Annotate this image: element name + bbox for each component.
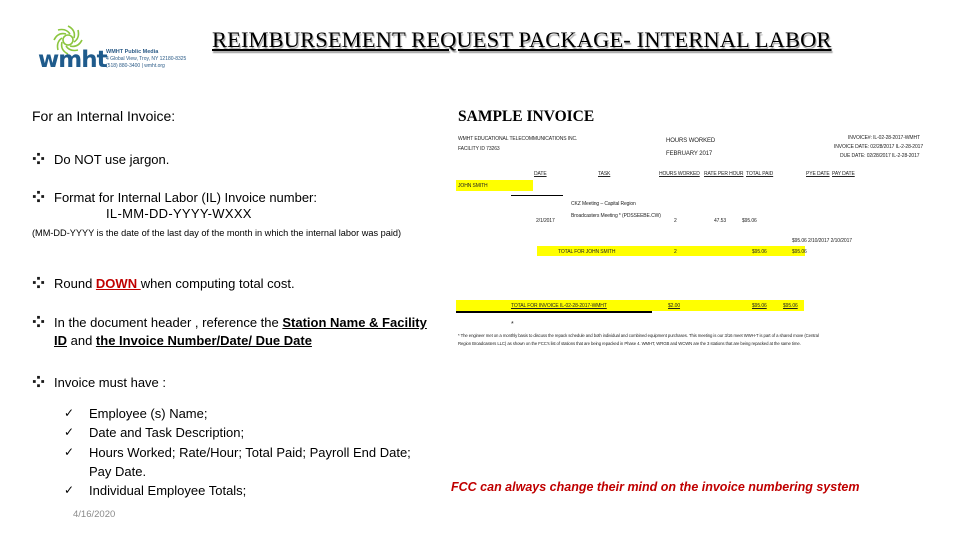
logo-contact-line: (518) 880-3400 | wmht.org	[106, 63, 165, 69]
employee-total-paid-2: $95.06	[792, 249, 807, 255]
checklist-item: ✓ Individual Employee Totals;	[64, 481, 429, 500]
footnote-line-1: * The engineer met on a monthly basis to…	[458, 333, 819, 338]
format-note: (MM-DD-YYYY is the date of the last day …	[32, 228, 402, 238]
col-task: TASK	[598, 171, 611, 177]
checklist-item: ✓ Employee (s) Name;	[64, 404, 429, 423]
invoice-number-format: IL-MM-DD-YYYY-WXXX	[106, 206, 252, 221]
text-mid: and	[67, 333, 96, 348]
task-line-2: Broadcasters Meeting * (PDSSEEBE.CW)	[571, 213, 661, 219]
page-title: REIMBURSEMENT REQUEST PACKAGE- INTERNAL …	[212, 27, 832, 52]
bullet-text: Round DOWN when computing total cost.	[54, 275, 295, 293]
text-pre: In the document header , reference the	[54, 315, 283, 330]
bullet-text: Format for Internal Labor (IL) Invoice n…	[54, 190, 318, 205]
wmht-logo: wmht WMHT Public Media 4 Global View, Tr…	[38, 22, 198, 74]
diamond-bullet-icon	[32, 276, 45, 289]
logo-address-line: 4 Global View, Troy, NY 12180-8325	[106, 56, 187, 62]
divider	[456, 311, 652, 313]
bullet-no-jargon: Do NOT use jargon.	[32, 151, 169, 169]
invoice-number: INVOICE#: IL-02-28-2017-WMHT	[848, 135, 920, 141]
asterisk-marker: *	[511, 321, 514, 328]
checklist-item: ✓ Hours Worked; Rate/Hour; Total Paid; P…	[64, 443, 419, 481]
row-date: 2/1/2017	[536, 218, 555, 224]
diamond-bullet-icon	[32, 375, 45, 388]
footnote-line-2: Region Broadcasters LLC) as shown on the…	[458, 341, 801, 346]
fcc-note: FCC can always change their mind on the …	[451, 480, 860, 494]
checklist-text: Individual Employee Totals;	[89, 483, 247, 498]
checklist-item: ✓ Date and Task Description;	[64, 423, 429, 442]
row-total: $95.06	[742, 218, 757, 224]
pay-dates-row: $95.06 2/10/2017 2/10/2017	[792, 238, 852, 244]
bullet-text: Do NOT use jargon.	[54, 152, 170, 167]
diamond-bullet-icon	[32, 152, 45, 165]
employee-name: JOHN SMITH	[458, 183, 488, 189]
diamond-bullet-icon	[32, 190, 45, 203]
bullet-format: Format for Internal Labor (IL) Invoice n…	[32, 189, 317, 207]
col-total: TOTAL PAID	[746, 171, 774, 177]
text-pre: Round	[54, 276, 96, 291]
checklist-text: Employee (s) Name;	[89, 406, 208, 421]
invoice-total-label: TOTAL FOR INVOICE IL-02-28-2017-WMHT	[511, 303, 607, 309]
text-post: when computing total cost.	[140, 276, 295, 291]
divider	[511, 195, 563, 196]
footer-date: 4/16/2020	[73, 509, 116, 520]
logo-org: WMHT Public Media	[106, 49, 159, 55]
checkmark-icon: ✓	[64, 406, 75, 420]
checkmark-icon: ✓	[64, 483, 75, 497]
sample-invoice-heading: SAMPLE INVOICE	[458, 108, 595, 125]
checklist-text: Hours Worked; Rate/Hour; Total Paid; Pay…	[89, 445, 411, 479]
invoice-total-hours: $2.00	[668, 303, 681, 309]
invoice-total-paid-2: $95.06	[783, 303, 798, 309]
company-name: WMHT EDUCATIONAL TELECOMMUNICATIONS INC.	[458, 136, 578, 142]
intro-label: For an Internal Invoice:	[32, 108, 176, 124]
bullet-text: In the document header , reference the S…	[54, 314, 429, 350]
task-line-1: CKZ Meeting – Capital Region	[571, 201, 636, 207]
bullet-header-reference: In the document header , reference the S…	[32, 314, 432, 350]
diamond-bullet-icon	[32, 315, 45, 328]
report-period: FEBRUARY 2017	[666, 151, 713, 157]
bullet-text: Invoice must have :	[54, 375, 166, 390]
row-hours: 2	[674, 218, 677, 224]
due-date: DUE DATE: 02/28/2017 IL-2-28-2017	[840, 153, 920, 159]
bullet-invoice-must-have: Invoice must have :	[32, 374, 166, 392]
row-rate: 47.53	[714, 218, 727, 224]
logo-address: WMHT Public Media 4 Global View, Troy, N…	[106, 49, 201, 70]
employee-total-paid: $95.06	[752, 249, 767, 255]
invoice-date: INVOICE DATE: 02/28/2017 IL-2-28-2017	[834, 144, 924, 150]
facility-id: FACILITY ID 73263	[458, 146, 500, 152]
col-pye-date: PYE DATE	[806, 171, 830, 177]
sample-invoice-image: WMHT EDUCATIONAL TELECOMMUNICATIONS INC.…	[456, 133, 936, 363]
emphasis-invoice: the Invoice Number/Date/ Due Date	[95, 333, 312, 348]
report-title: HOURS WORKED	[666, 138, 716, 144]
checkmark-icon: ✓	[64, 425, 75, 439]
employee-total-hours: 2	[674, 249, 677, 255]
col-pay-date: PAY DATE	[832, 171, 855, 177]
bullet-round-down: Round DOWN when computing total cost.	[32, 275, 295, 293]
checkmark-icon: ✓	[64, 445, 75, 459]
checklist-text: Date and Task Description;	[89, 425, 245, 440]
col-hours: HOURS WORKED	[659, 171, 700, 177]
employee-total-label: TOTAL FOR JOHN SMITH	[558, 249, 616, 255]
emphasis-down: DOWN	[95, 276, 141, 291]
invoice-total-paid: $95.06	[752, 303, 767, 309]
logo-wordmark: wmht	[38, 47, 108, 73]
col-rate: RATE PER HOUR	[704, 171, 744, 177]
col-date: DATE	[534, 171, 547, 177]
